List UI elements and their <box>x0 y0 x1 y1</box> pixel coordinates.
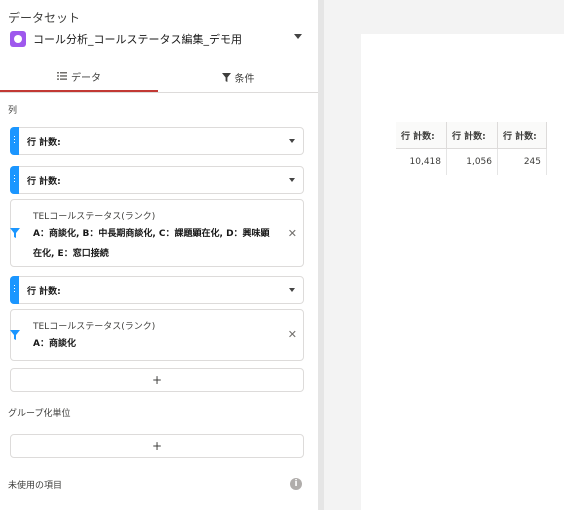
tab-data[interactable]: データ <box>0 62 158 92</box>
column-pill[interactable]: 行 計数: <box>10 166 304 194</box>
list-icon <box>57 72 67 80</box>
drag-handle[interactable] <box>10 166 19 194</box>
add-group-button[interactable]: + <box>10 434 304 458</box>
table-header-row: 行 計数: 行 計数: 行 計数: <box>396 122 547 149</box>
unused-fields-label: 未使用の項目 <box>8 481 63 491</box>
tab-data-label: データ <box>71 72 101 84</box>
table-cell: 1,056 <box>446 148 498 175</box>
tab-filter[interactable]: 条件 <box>158 62 318 92</box>
column-header[interactable]: 行 計数: <box>446 122 498 149</box>
table-row: 10,418 1,056 245 <box>396 148 547 175</box>
left-panel: データセット コール分析_コールステータス編集_デモ用 データ 条件 列 行 計… <box>0 0 319 510</box>
filter-icon <box>10 228 20 238</box>
column-pill[interactable]: 行 計数: <box>10 276 304 304</box>
filter-icon <box>221 72 231 82</box>
tab-filter-label: 条件 <box>234 73 255 85</box>
drag-handle[interactable] <box>10 127 19 155</box>
column-pill-label: 行 計数: <box>27 138 61 148</box>
close-icon[interactable]: ✕ <box>288 328 297 341</box>
dataset-name: コール分析_コールステータス編集_デモ用 <box>33 33 242 46</box>
table-cell: 245 <box>497 148 547 175</box>
preview-area <box>324 0 564 510</box>
chevron-down-icon[interactable] <box>294 34 302 39</box>
column-pill-label: 行 計数: <box>27 287 61 297</box>
dataset-label: データセット <box>8 11 81 25</box>
column-header[interactable]: 行 計数: <box>497 122 547 149</box>
preview-canvas <box>361 34 564 510</box>
filter-value-line1: A：商談化, B：中長期商談化, C：課題顕在化, D：興味顕 <box>33 229 270 239</box>
filter-value-line2: 在化, E：窓口接続 <box>33 249 109 259</box>
chevron-down-icon[interactable] <box>289 288 295 292</box>
filter-title: TELコールステータス(ランク) <box>33 322 156 332</box>
dataset-selector[interactable]: コール分析_コールステータス編集_デモ用 <box>8 28 308 50</box>
filter-icon <box>10 330 20 340</box>
column-filter-card[interactable]: TELコールステータス(ランク) A：商談化 ✕ <box>10 309 304 361</box>
columns-label: 列 <box>8 106 18 116</box>
preview-table: 行 計数: 行 計数: 行 計数: 10,418 1,056 245 <box>396 122 547 175</box>
close-icon[interactable]: ✕ <box>288 227 297 240</box>
dataset-icon <box>10 31 26 47</box>
filter-title: TELコールステータス(ランク) <box>33 212 156 222</box>
add-column-button[interactable]: + <box>10 368 304 392</box>
column-filter-card[interactable]: TELコールステータス(ランク) A：商談化, B：中長期商談化, C：課題顕在… <box>10 199 304 267</box>
chevron-down-icon[interactable] <box>289 139 295 143</box>
info-icon[interactable]: i <box>290 478 302 490</box>
column-pill[interactable]: 行 計数: <box>10 127 304 155</box>
group-by-label: グループ化単位 <box>8 409 71 419</box>
panel-tabs: データ 条件 <box>0 62 318 93</box>
filter-value-line1: A：商談化 <box>33 339 76 349</box>
chevron-down-icon[interactable] <box>289 178 295 182</box>
drag-handle[interactable] <box>10 276 19 304</box>
column-header[interactable]: 行 計数: <box>396 122 447 149</box>
column-pill-label: 行 計数: <box>27 177 61 187</box>
table-cell: 10,418 <box>396 148 447 175</box>
